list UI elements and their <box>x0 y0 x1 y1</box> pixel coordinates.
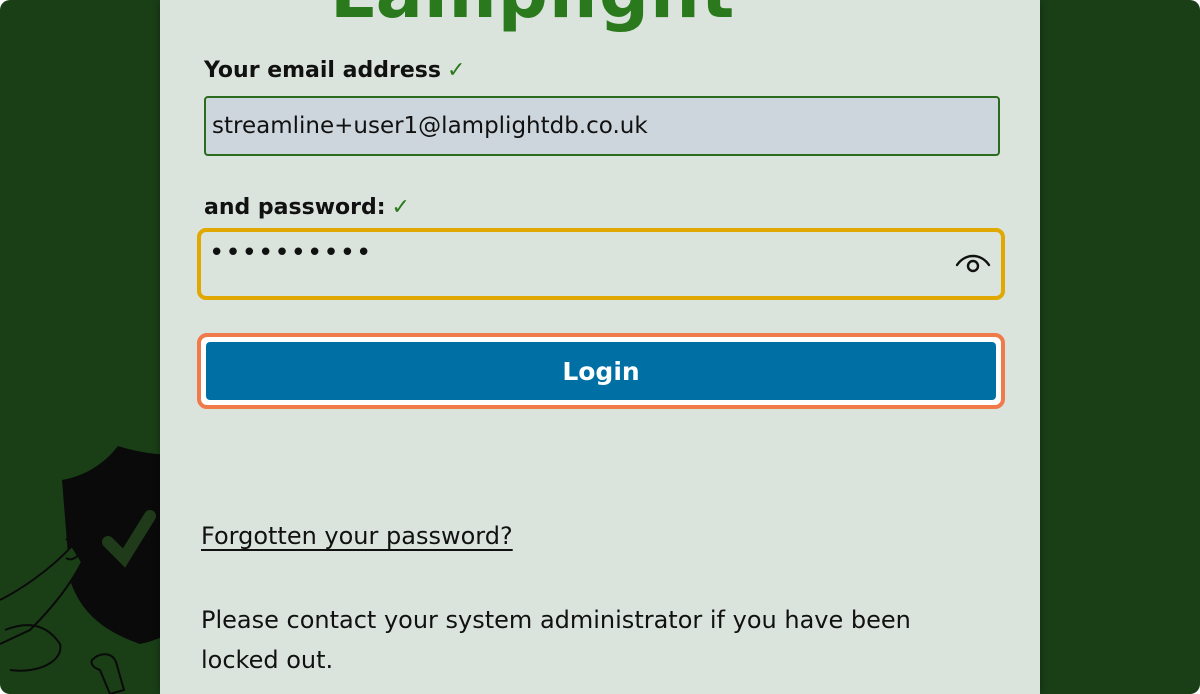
page-background: Lamplight Your email address✓ streamline… <box>0 0 1200 694</box>
login-button-focus-ring: Login <box>197 333 1005 409</box>
email-label: Your email address ✓ <box>204 58 465 83</box>
wrench-outline <box>90 653 126 694</box>
password-label-text: and password: <box>204 195 386 220</box>
eye-icon[interactable] <box>955 249 991 279</box>
password-field[interactable]: •••••••••• <box>197 228 1005 300</box>
email-field[interactable]: streamline+user1@lamplightdb.co.uk <box>204 96 1000 156</box>
email-valid-check-icon: ✓ <box>446 58 466 83</box>
email-label-text: Your email address <box>204 58 441 83</box>
password-masked-value: •••••••••• <box>209 238 373 268</box>
login-button[interactable]: Login <box>206 342 996 400</box>
arm-outline <box>0 544 84 645</box>
locked-out-message: Please contact your system administrator… <box>201 606 911 674</box>
password-valid-check-icon: ✓ <box>391 195 410 220</box>
app-logo-text: Lamplight <box>330 0 870 34</box>
forgot-password-link[interactable]: Forgotten your password? <box>201 522 513 550</box>
password-label: and password: ✓ <box>204 195 410 220</box>
